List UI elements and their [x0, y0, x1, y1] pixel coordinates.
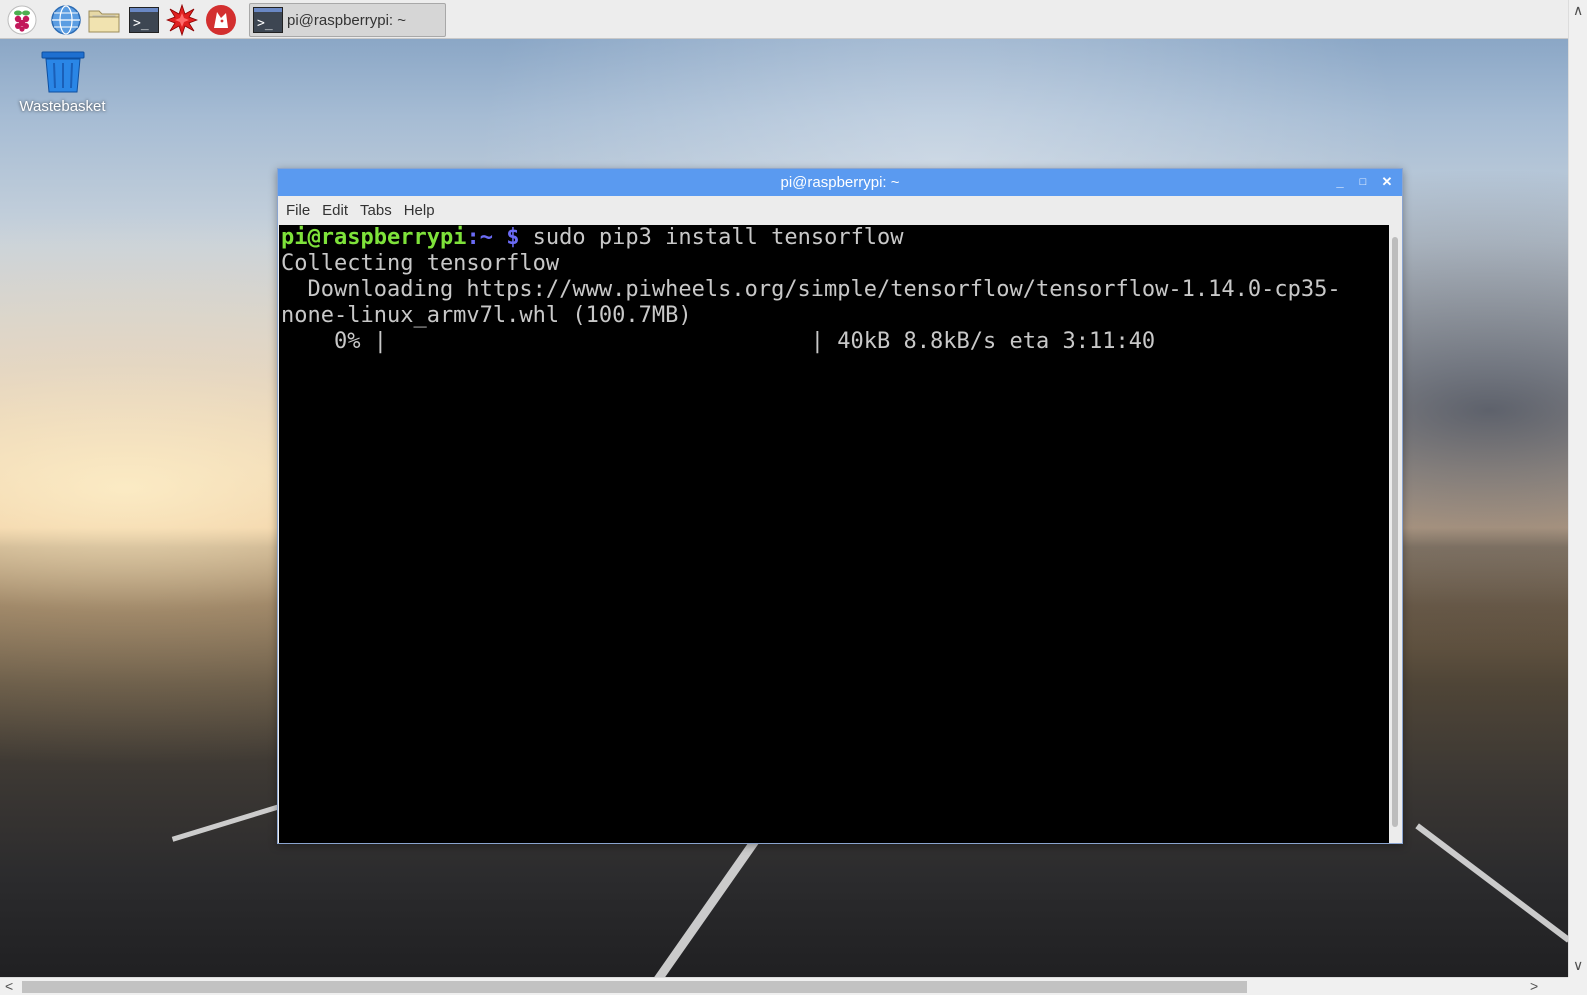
page-vertical-scrollbar[interactable]: ∧ ∨	[1568, 0, 1587, 977]
folder-icon	[88, 10, 120, 33]
output-line: none-linux_armv7l.whl (100.7MB)	[281, 303, 692, 328]
terminal-output[interactable]: pi@raspberrypi:~ $ sudo pip3 install ten…	[279, 225, 1389, 843]
terminal-icon: >_	[253, 7, 283, 33]
menu-help[interactable]: Help	[404, 202, 435, 219]
horizontal-scrollbar-thumb[interactable]	[22, 981, 1247, 993]
menu-file[interactable]: File	[286, 202, 310, 219]
prompt-line: pi@raspberrypi:~ $ sudo pip3 install ten…	[281, 225, 1389, 251]
output-line: Collecting tensorflow	[281, 251, 560, 276]
taskbar-terminal-window-button[interactable]: >_ pi@raspberrypi: ~	[249, 3, 446, 37]
road-marking	[1415, 823, 1571, 943]
raspberry-menu-button[interactable]	[5, 3, 39, 37]
mathematica-icon	[166, 4, 198, 36]
scroll-up-icon[interactable]: ∧	[1573, 3, 1583, 17]
wolf-icon	[206, 5, 236, 35]
trash-icon	[41, 51, 84, 93]
menu-edit[interactable]: Edit	[322, 202, 348, 219]
terminal-launcher[interactable]: >_	[127, 3, 161, 37]
output-line: Downloading https://www.piwheels.org/sim…	[281, 277, 1341, 302]
maximize-icon: □	[1359, 176, 1367, 188]
menu-tabs[interactable]: Tabs	[360, 202, 392, 219]
prompt-user: pi@raspberrypi	[281, 225, 467, 250]
road-marking	[171, 803, 284, 842]
typed-command: sudo pip3 install tensorflow	[519, 225, 904, 250]
mathematica-launcher[interactable]	[165, 3, 199, 37]
minimize-button[interactable]: _	[1332, 174, 1348, 190]
raspberry-icon	[7, 5, 37, 35]
scroll-right-icon[interactable]: >	[1530, 979, 1538, 993]
page-horizontal-scrollbar[interactable]: < >	[0, 977, 1568, 995]
taskbar-window-label: pi@raspberrypi: ~	[287, 11, 407, 29]
globe-icon	[51, 5, 81, 35]
scroll-left-icon[interactable]: <	[5, 979, 13, 993]
terminal-window: pi@raspberrypi: ~ _ □ ✕ File Edit Tabs H…	[277, 168, 1403, 844]
prompt-separator: :	[466, 225, 480, 250]
prompt-path: ~	[479, 225, 493, 250]
close-button[interactable]: ✕	[1379, 174, 1395, 190]
prompt-dollar: $	[506, 225, 520, 250]
scroll-down-icon[interactable]: ∨	[1573, 958, 1583, 972]
wolfram-launcher[interactable]	[204, 3, 238, 37]
web-browser-launcher[interactable]	[49, 3, 83, 37]
progress-line: 0% | | 40kB 8.8kB/s eta 3:11:40	[281, 329, 1156, 354]
window-titlebar[interactable]: pi@raspberrypi: ~ _ □ ✕	[278, 169, 1402, 196]
menu-bar: File Edit Tabs Help	[278, 196, 1402, 224]
terminal-scrollbar[interactable]	[1389, 225, 1402, 843]
terminal-scrollbar-thumb[interactable]	[1392, 237, 1398, 827]
minimize-icon: _	[1336, 174, 1344, 189]
wastebasket-desktop-icon[interactable]: Wastebasket	[10, 50, 115, 125]
scrollbar-corner	[1568, 977, 1587, 995]
close-icon: ✕	[1381, 174, 1393, 189]
window-title: pi@raspberrypi: ~	[780, 174, 900, 191]
maximize-button[interactable]: □	[1355, 174, 1371, 190]
wastebasket-label: Wastebasket	[19, 98, 106, 115]
file-manager-launcher[interactable]	[87, 3, 121, 37]
road-marking	[648, 829, 766, 990]
terminal-icon: >_	[129, 7, 159, 33]
top-panel: >_ >_ pi@raspberrypi: ~	[0, 0, 1568, 39]
